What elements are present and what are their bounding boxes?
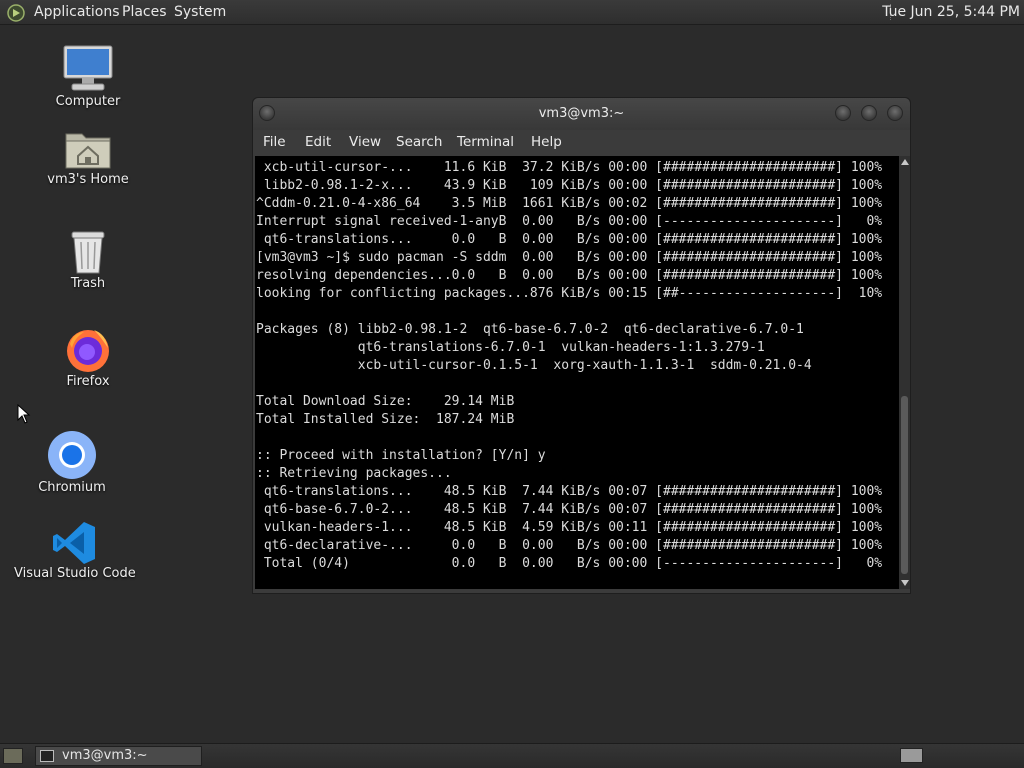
terminal-line: qt6-translations... 0.0 B 0.00 B/s 00:00… [256, 232, 883, 247]
home-folder-icon [65, 133, 111, 169]
terminal-icon [40, 750, 54, 762]
taskbar-item-label: vm3@vm3:~ [62, 748, 148, 763]
terminal-line: Total (0/4) 0.0 B 0.00 B/s 00:00 [------… [256, 556, 883, 571]
terminal-titlebar[interactable]: vm3@vm3:~ [253, 98, 910, 130]
terminal-line: xcb-util-cursor-0.1.5-1 xorg-xauth-1.1.3… [256, 358, 812, 373]
desktop-icon-firefox[interactable]: Firefox [28, 326, 148, 389]
terminal-output: xcb-util-cursor-... 11.6 KiB 37.2 KiB/s … [256, 159, 882, 573]
desktop-icon-chromium[interactable]: Chromium [12, 430, 132, 495]
terminal-line: qt6-translations... 48.5 KiB 7.44 KiB/s … [256, 484, 883, 499]
desktop-icon-computer[interactable]: Computer [28, 44, 148, 109]
scroll-up-arrow-icon[interactable] [901, 159, 909, 165]
terminal-line: Packages (8) libb2-0.98.1-2 qt6-base-6.7… [256, 322, 804, 337]
terminal-line: Total Download Size: 29.14 MiB [256, 394, 515, 409]
clock[interactable]: Tue Jun 25, 5:44 PM [882, 4, 1020, 20]
terminal-line: xcb-util-cursor-... 11.6 KiB 37.2 KiB/s … [256, 160, 883, 175]
terminal-scrollbar[interactable] [899, 156, 910, 589]
desktop-icon-vscode[interactable]: Visual Studio Code [14, 520, 136, 581]
taskbar-item-terminal[interactable]: vm3@vm3:~ [35, 746, 202, 766]
terminal-window[interactable]: vm3@vm3:~ File Edit View Search Terminal… [252, 97, 911, 594]
desktop-icon-label: Firefox [66, 374, 110, 389]
firefox-icon [67, 330, 109, 372]
applications-menu[interactable]: Applications [34, 4, 120, 20]
scroll-down-arrow-icon[interactable] [901, 580, 909, 586]
menu-help[interactable]: Help [531, 134, 562, 150]
desktop-icon-label: vm3's Home [47, 172, 129, 187]
terminal-line: :: Retrieving packages... [256, 466, 452, 481]
chromium-icon [48, 431, 96, 479]
terminal-line: resolving dependencies...0.0 B 0.00 B/s … [256, 268, 883, 283]
trash-icon [71, 231, 105, 274]
show-desktop-icon[interactable] [3, 748, 23, 764]
desktop-icon-label: Trash [70, 276, 106, 291]
menu-file[interactable]: File [263, 134, 286, 150]
top-panel: Applications Places System Tue Jun 25, 5… [0, 0, 1024, 25]
maximize-button[interactable] [861, 105, 877, 121]
terminal-line: qt6-base-6.7.0-2... 48.5 KiB 7.44 KiB/s … [256, 502, 883, 517]
menu-logo-icon[interactable] [7, 4, 25, 22]
terminal-line: looking for conflicting packages...876 K… [256, 286, 883, 301]
menu-view[interactable]: View [349, 134, 381, 150]
vscode-icon [53, 522, 95, 564]
bottom-panel: vm3@vm3:~ [0, 743, 1024, 768]
terminal-line: qt6-translations-6.7.0-1 vulkan-headers-… [256, 340, 765, 355]
computer-icon [63, 45, 113, 91]
terminal-line: Interrupt signal received-1-anyB 0.00 B/… [256, 214, 883, 229]
terminal-line: qt6-declarative-... 0.0 B 0.00 B/s 00:00… [256, 538, 883, 553]
close-button[interactable] [887, 105, 903, 121]
terminal-line: vulkan-headers-1... 48.5 KiB 4.59 KiB/s … [256, 520, 883, 535]
system-menu[interactable]: System [174, 4, 226, 20]
desktop-icon-label: Computer [55, 94, 121, 109]
terminal-line: Total Installed Size: 187.24 MiB [256, 412, 515, 427]
places-menu[interactable]: Places [122, 4, 167, 20]
terminal-line: [vm3@vm3 ~]$ sudo pacman -S sddm 0.00 B/… [256, 250, 883, 265]
menu-edit[interactable]: Edit [305, 134, 331, 150]
menu-terminal[interactable]: Terminal [457, 134, 514, 150]
desktop-icon-trash[interactable]: Trash [28, 228, 148, 291]
desktop-icon-label: Chromium [38, 480, 106, 495]
mouse-cursor-icon [17, 404, 31, 424]
terminal-line: :: Proceed with installation? [Y/n] y [256, 448, 546, 463]
terminal-screen[interactable]: xcb-util-cursor-... 11.6 KiB 37.2 KiB/s … [255, 156, 899, 589]
minimize-button[interactable] [835, 105, 851, 121]
terminal-menubar: File Edit View Search Terminal Help [253, 130, 910, 156]
workspace-switcher[interactable] [900, 748, 923, 763]
menu-search[interactable]: Search [396, 134, 442, 150]
terminal-line: libb2-0.98.1-2-x... 43.9 KiB 109 KiB/s 0… [256, 178, 883, 193]
desktop-icon-label: Visual Studio Code [14, 566, 136, 581]
scrollbar-thumb[interactable] [901, 396, 908, 574]
desktop-icon-home[interactable]: vm3's Home [28, 126, 148, 187]
window-title: vm3@vm3:~ [538, 106, 625, 121]
terminal-line: ^Cddm-0.21.0-4-x86_64 3.5 MiB 1661 KiB/s… [256, 196, 883, 211]
